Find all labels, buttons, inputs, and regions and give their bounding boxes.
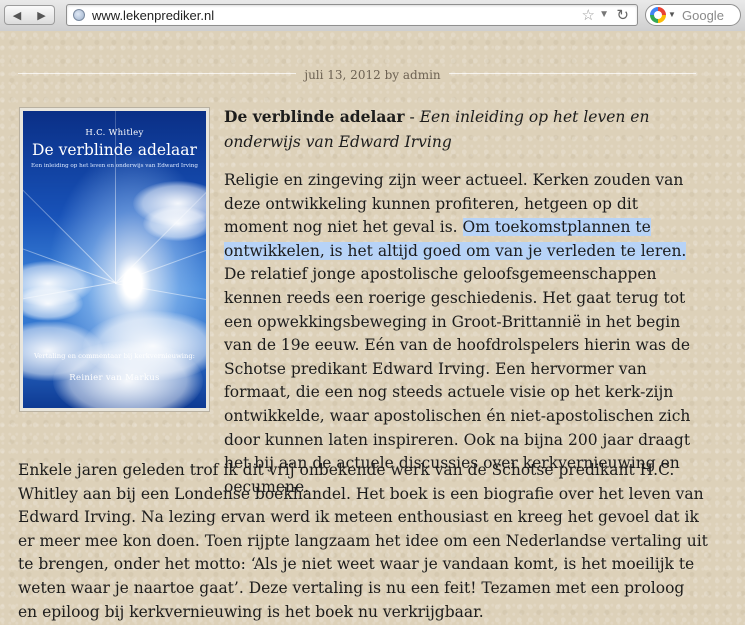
- cover-title: De verblinde adelaar: [32, 141, 197, 159]
- post-meta: juli 13, 2012 by admin: [0, 64, 745, 83]
- book-cover-image: H.C. Whitley De verblinde adelaar Een in…: [19, 107, 210, 412]
- cover-translation-note: Vertaling en commentaar bij kerkvernieuw…: [34, 352, 195, 360]
- back-arrow-icon: ◀: [12, 9, 22, 22]
- post-by: by: [384, 68, 400, 82]
- cover-author: H.C. Whitley: [85, 128, 144, 138]
- post-title: De verblinde adelaar: [224, 107, 405, 126]
- back-button[interactable]: ◀: [4, 5, 30, 25]
- intro-paragraph: Religie en zingeving zijn weer actueel. …: [224, 169, 704, 499]
- address-bar[interactable]: www.lekenprediker.nl ☆ ▼ ↻: [66, 4, 638, 26]
- post-headline: De verblinde adelaar - Een inleiding op …: [224, 104, 704, 155]
- history-dropdown-icon[interactable]: ▼: [599, 9, 609, 20]
- body-paragraph: Enkele jaren geleden trof ik dit vrij on…: [18, 461, 708, 621]
- reload-icon[interactable]: ↻: [616, 6, 629, 24]
- google-search-icon[interactable]: [650, 7, 666, 23]
- search-box[interactable]: ▼ Google: [645, 4, 741, 26]
- search-engine-dropdown-icon[interactable]: ▼: [668, 10, 676, 19]
- cover-translator: Reinier van Markus: [69, 373, 160, 383]
- forward-arrow-icon: ▶: [37, 9, 46, 22]
- bookmark-star-icon[interactable]: ☆: [582, 6, 595, 24]
- title-separator: -: [404, 108, 420, 126]
- cover-subtitle: Een inleiding op het leven en onderwijs …: [31, 163, 198, 169]
- forward-button[interactable]: ▶: [29, 5, 55, 25]
- post-author-link[interactable]: admin: [403, 68, 441, 82]
- browser-toolbar: ◀ ▶ www.lekenprediker.nl ☆ ▼ ↻ ▼ Google: [0, 0, 745, 32]
- search-placeholder[interactable]: Google: [682, 8, 724, 23]
- post-date: juli 13, 2012: [304, 68, 381, 82]
- globe-icon: [73, 9, 85, 21]
- address-text[interactable]: www.lekenprediker.nl: [92, 8, 214, 23]
